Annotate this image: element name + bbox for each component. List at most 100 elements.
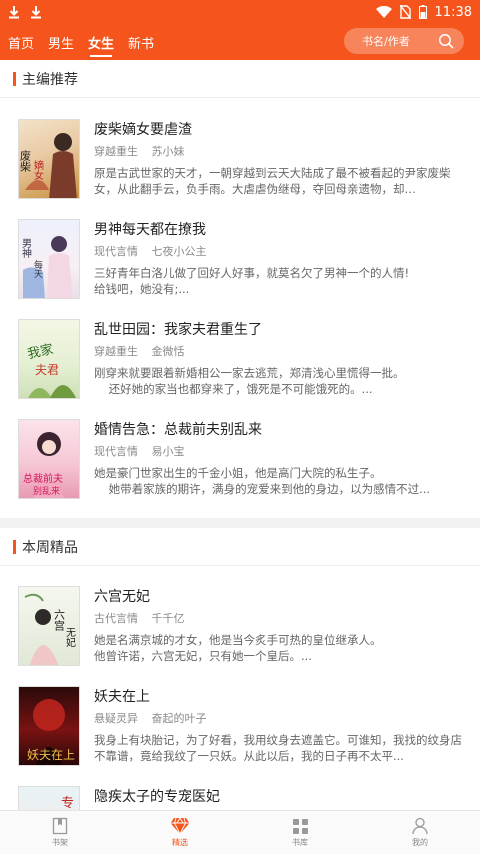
- book-item[interactable]: 我家 夫君 乱世田园：我家夫君重生了 穿越重生 金微恬 刚穿来就要跟着新婚相公一…: [0, 319, 480, 419]
- description-line: 她带着家族的期许，满身的宠爱来到他的身边，以为感情不过...: [94, 482, 431, 496]
- section-title: 本周精品: [22, 539, 78, 556]
- book-description: 她是名满京城的才女，他是当今炙手可热的皇位继承人。 他曾许诺，六宫无妃，只有她一…: [94, 632, 466, 664]
- tab-label: 书架: [52, 838, 68, 847]
- tab-bookshelf[interactable]: 书架: [0, 811, 120, 854]
- description-line: 她是名满京城的才女，他是当今炙手可热的皇位继承人。: [94, 633, 382, 647]
- svg-text:妖夫在上: 妖夫在上: [27, 748, 75, 762]
- cover-art: 六宫 无妃: [24, 593, 76, 665]
- svg-text:无妃: 无妃: [64, 627, 76, 648]
- cover-art: 我家 夫君: [26, 341, 76, 398]
- book-cover[interactable]: 废柴 嫡女: [18, 119, 80, 199]
- svg-text:每天: 每天: [32, 259, 43, 279]
- section-marker: [13, 539, 16, 554]
- svg-text:废柴: 废柴: [19, 149, 32, 172]
- book-title[interactable]: 男神每天都在撩我: [94, 219, 206, 239]
- user-icon: [412, 817, 428, 835]
- bookshelf-icon: [52, 817, 68, 835]
- bottom-tab-bar: 书架 精选 书库 我的: [0, 810, 480, 854]
- book-title[interactable]: 妖夫在上: [94, 686, 150, 706]
- book-meta: 现代言情 易小宝: [94, 443, 185, 459]
- description-line: 给钱吧，她没有;...: [94, 282, 190, 296]
- book-title[interactable]: 隐疾太子的专宠医妃: [94, 786, 220, 806]
- cover-art: 妖夫在上: [27, 699, 75, 765]
- book-category: 穿越重生: [94, 345, 138, 358]
- book-cover[interactable]: 男神 每天: [18, 219, 80, 299]
- description-line: 还好她的家当也都穿来了，饿死是不可能饿死的。...: [94, 382, 373, 396]
- clock: 11:38: [434, 4, 472, 20]
- tab-female[interactable]: 女生: [88, 27, 114, 58]
- book-description: 她是豪门世家出生的千金小姐，他是高门大院的私生子。 她带着家族的期许，满身的宠爱…: [94, 465, 466, 497]
- section-marker: [13, 71, 16, 86]
- search-icon[interactable]: [438, 33, 454, 49]
- wifi-icon: [375, 6, 392, 18]
- book-description: 刚穿来就要跟着新婚相公一家去逃荒，郑清浅心里慌得一批。 还好她的家当也都穿来了，…: [94, 365, 466, 397]
- book-meta: 穿越重生 苏小妹: [94, 143, 185, 159]
- book-description: 原是古武世家的天才，一朝穿越到云天大陆成了最不被看起的尹家废柴女，从此翻手云，负…: [94, 165, 466, 197]
- book-item[interactable]: 专 隐疾太子的专宠医妃: [0, 786, 480, 810]
- download-icon: [31, 6, 41, 19]
- tab-library[interactable]: 书库: [240, 811, 360, 854]
- book-title[interactable]: 乱世田园：我家夫君重生了: [94, 319, 262, 339]
- section-header: 主编推荐: [0, 60, 480, 98]
- section-title: 主编推荐: [22, 71, 78, 88]
- book-cover[interactable]: 总裁前夫 别乱来: [18, 419, 80, 499]
- section-divider: [0, 518, 480, 528]
- book-author: 千千亿: [151, 612, 185, 625]
- grid-icon: [292, 818, 308, 834]
- description-line: 我身上有块胎记，为了好看，我用纹身去遮盖它。可谁知，我找的纹身店不靠谱，竟给我纹…: [94, 733, 462, 763]
- cover-art: 总裁前夫 别乱来: [23, 432, 65, 498]
- book-item[interactable]: 六宫 无妃 六宫无妃 古代言情 千千亿 她是名满京城的才女，他是当今炙手可热的皇…: [0, 586, 480, 686]
- svg-text:我家: 我家: [26, 341, 55, 362]
- book-item[interactable]: 妖夫在上 妖夫在上 悬疑灵异 奋起的叶子 我身上有块胎记，为了好看，我用纹身去遮…: [0, 686, 480, 786]
- tab-label: 我的: [412, 838, 428, 847]
- book-category: 穿越重生: [94, 145, 138, 158]
- book-meta: 悬疑灵异 奋起的叶子: [94, 710, 207, 726]
- book-item[interactable]: 男神 每天 男神每天都在撩我 现代言情 七夜小公主 三好青年白洛儿做了回好人好事…: [0, 219, 480, 319]
- book-title[interactable]: 废柴嫡女要虐渣: [94, 119, 192, 139]
- tab-profile[interactable]: 我的: [360, 811, 480, 854]
- section-header: 本周精品: [0, 528, 480, 566]
- book-category: 古代言情: [94, 612, 138, 625]
- tab-label: 书库: [292, 837, 308, 847]
- search-placeholder: 书名/作者: [362, 35, 410, 48]
- svg-text:嫡女: 嫡女: [32, 159, 44, 181]
- status-bar: 11:38: [0, 0, 480, 24]
- tab-new-books[interactable]: 新书: [128, 27, 154, 58]
- svg-text:总裁前夫: 总裁前夫: [23, 472, 63, 485]
- book-author: 苏小妹: [151, 145, 185, 158]
- tab-featured[interactable]: 精选: [120, 811, 240, 854]
- book-item[interactable]: 总裁前夫 别乱来 婚情告急：总裁前夫别乱来 现代言情 易小宝 她是豪门世家出生的…: [0, 419, 480, 519]
- book-author: 金微恬: [151, 345, 185, 358]
- description-line: 她是豪门世家出生的千金小姐，他是高门大院的私生子。: [94, 466, 382, 480]
- book-cover[interactable]: 专: [18, 786, 80, 810]
- svg-text:男神: 男神: [20, 238, 32, 259]
- book-category: 现代言情: [94, 445, 138, 458]
- book-meta: 现代言情 七夜小公主: [94, 243, 207, 259]
- book-meta: 古代言情 千千亿: [94, 610, 185, 626]
- battery-icon: [418, 5, 427, 19]
- svg-text:专: 专: [61, 796, 74, 810]
- tab-home[interactable]: 首页: [8, 27, 34, 58]
- description-line: 原是古武世家的天才，一朝穿越到云天大陆成了最不被看起的尹家废柴女，从此翻手云，负…: [94, 166, 451, 196]
- book-category: 现代言情: [94, 245, 138, 258]
- top-nav: 首页 男生 女生 新书 书名/作者: [0, 24, 480, 60]
- no-sim-icon: [399, 5, 411, 19]
- book-author: 易小宝: [151, 445, 185, 458]
- cover-art: 男神 每天: [20, 236, 73, 298]
- description-line: 刚穿来就要跟着新婚相公一家去逃荒，郑清浅心里慌得一批。: [94, 366, 405, 380]
- diamond-icon: [170, 817, 190, 835]
- book-cover[interactable]: 六宫 无妃: [18, 586, 80, 666]
- book-description: 三好青年白洛儿做了回好人好事，就莫名欠了男神一个的人情! 给钱吧，她没有;...: [94, 265, 466, 297]
- book-description: 我身上有块胎记，为了好看，我用纹身去遮盖它。可谁知，我找的纹身店不靠谱，竟给我纹…: [94, 732, 466, 764]
- book-title[interactable]: 六宫无妃: [94, 586, 150, 606]
- book-title[interactable]: 婚情告急：总裁前夫别乱来: [94, 419, 262, 439]
- cover-art: 专: [61, 796, 74, 810]
- book-cover[interactable]: 我家 夫君: [18, 319, 80, 399]
- book-cover[interactable]: 妖夫在上: [18, 686, 80, 766]
- tab-male[interactable]: 男生: [48, 27, 74, 58]
- download-icon: [9, 6, 19, 19]
- search-box[interactable]: 书名/作者: [344, 28, 464, 54]
- book-item[interactable]: 废柴 嫡女 废柴嫡女要虐渣 穿越重生 苏小妹 原是古武世家的天才，一朝穿越到云天…: [0, 119, 480, 219]
- book-meta: 穿越重生 金微恬: [94, 343, 185, 359]
- description-line: 三好青年白洛儿做了回好人好事，就莫名欠了男神一个的人情!: [94, 266, 410, 280]
